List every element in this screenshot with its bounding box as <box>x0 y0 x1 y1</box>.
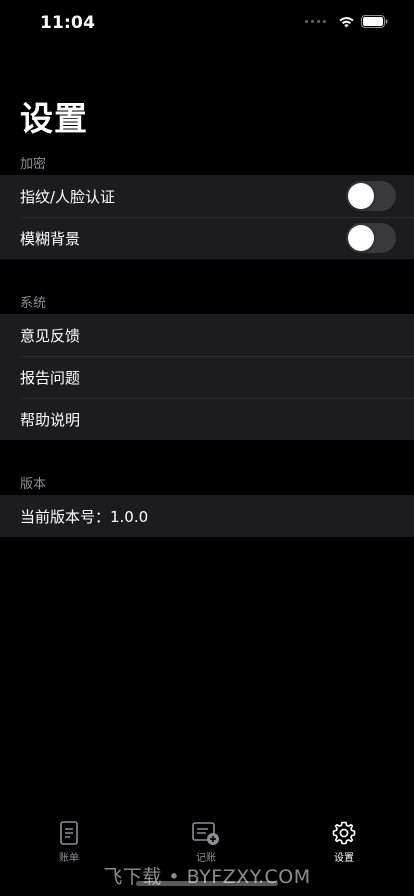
section-header-encryption: 加密 <box>20 157 47 172</box>
gear-icon <box>332 821 356 845</box>
wifi-icon <box>339 17 354 28</box>
toggle-knob <box>348 183 374 209</box>
row-biometric-auth: 指纹/人脸认证 <box>0 175 414 217</box>
status-bar: 11:04 <box>0 0 414 47</box>
tab-settings[interactable]: 设置 <box>304 820 384 864</box>
toggle-knob <box>348 225 374 251</box>
row-blur-background: 模糊背景 <box>0 217 414 259</box>
status-time: 11:04 <box>40 13 96 33</box>
row-report-issue[interactable]: 报告问题 <box>0 356 414 398</box>
section-header-version: 版本 <box>20 477 47 492</box>
row-current-version: 当前版本号：1.0.0 <box>0 495 414 537</box>
document-icon <box>60 821 78 845</box>
biometric-auth-toggle[interactable] <box>346 181 396 211</box>
row-label: 帮助说明 <box>20 410 81 429</box>
row-label: 指纹/人脸认证 <box>20 187 116 206</box>
page-title: 设置 <box>20 99 88 138</box>
signal-dots-icon <box>305 20 326 23</box>
home-indicator[interactable] <box>136 881 278 886</box>
row-label: 当前版本号：1.0.0 <box>20 507 149 526</box>
battery-icon <box>361 15 388 28</box>
row-label: 报告问题 <box>20 368 81 387</box>
row-label: 意见反馈 <box>20 326 81 345</box>
add-record-icon <box>192 822 219 845</box>
row-feedback[interactable]: 意见反馈 <box>0 314 414 356</box>
tab-record[interactable]: 记账 <box>166 820 246 864</box>
section-header-system: 系统 <box>20 296 47 311</box>
tab-bills[interactable]: 账单 <box>29 820 109 864</box>
settings-group-system: 意见反馈 报告问题 帮助说明 <box>0 314 414 440</box>
settings-group-encryption: 指纹/人脸认证 模糊背景 <box>0 175 414 259</box>
blur-background-toggle[interactable] <box>346 223 396 253</box>
row-help[interactable]: 帮助说明 <box>0 398 414 440</box>
settings-group-version: 当前版本号：1.0.0 <box>0 495 414 537</box>
row-label: 模糊背景 <box>20 229 81 248</box>
status-indicators <box>305 15 388 28</box>
